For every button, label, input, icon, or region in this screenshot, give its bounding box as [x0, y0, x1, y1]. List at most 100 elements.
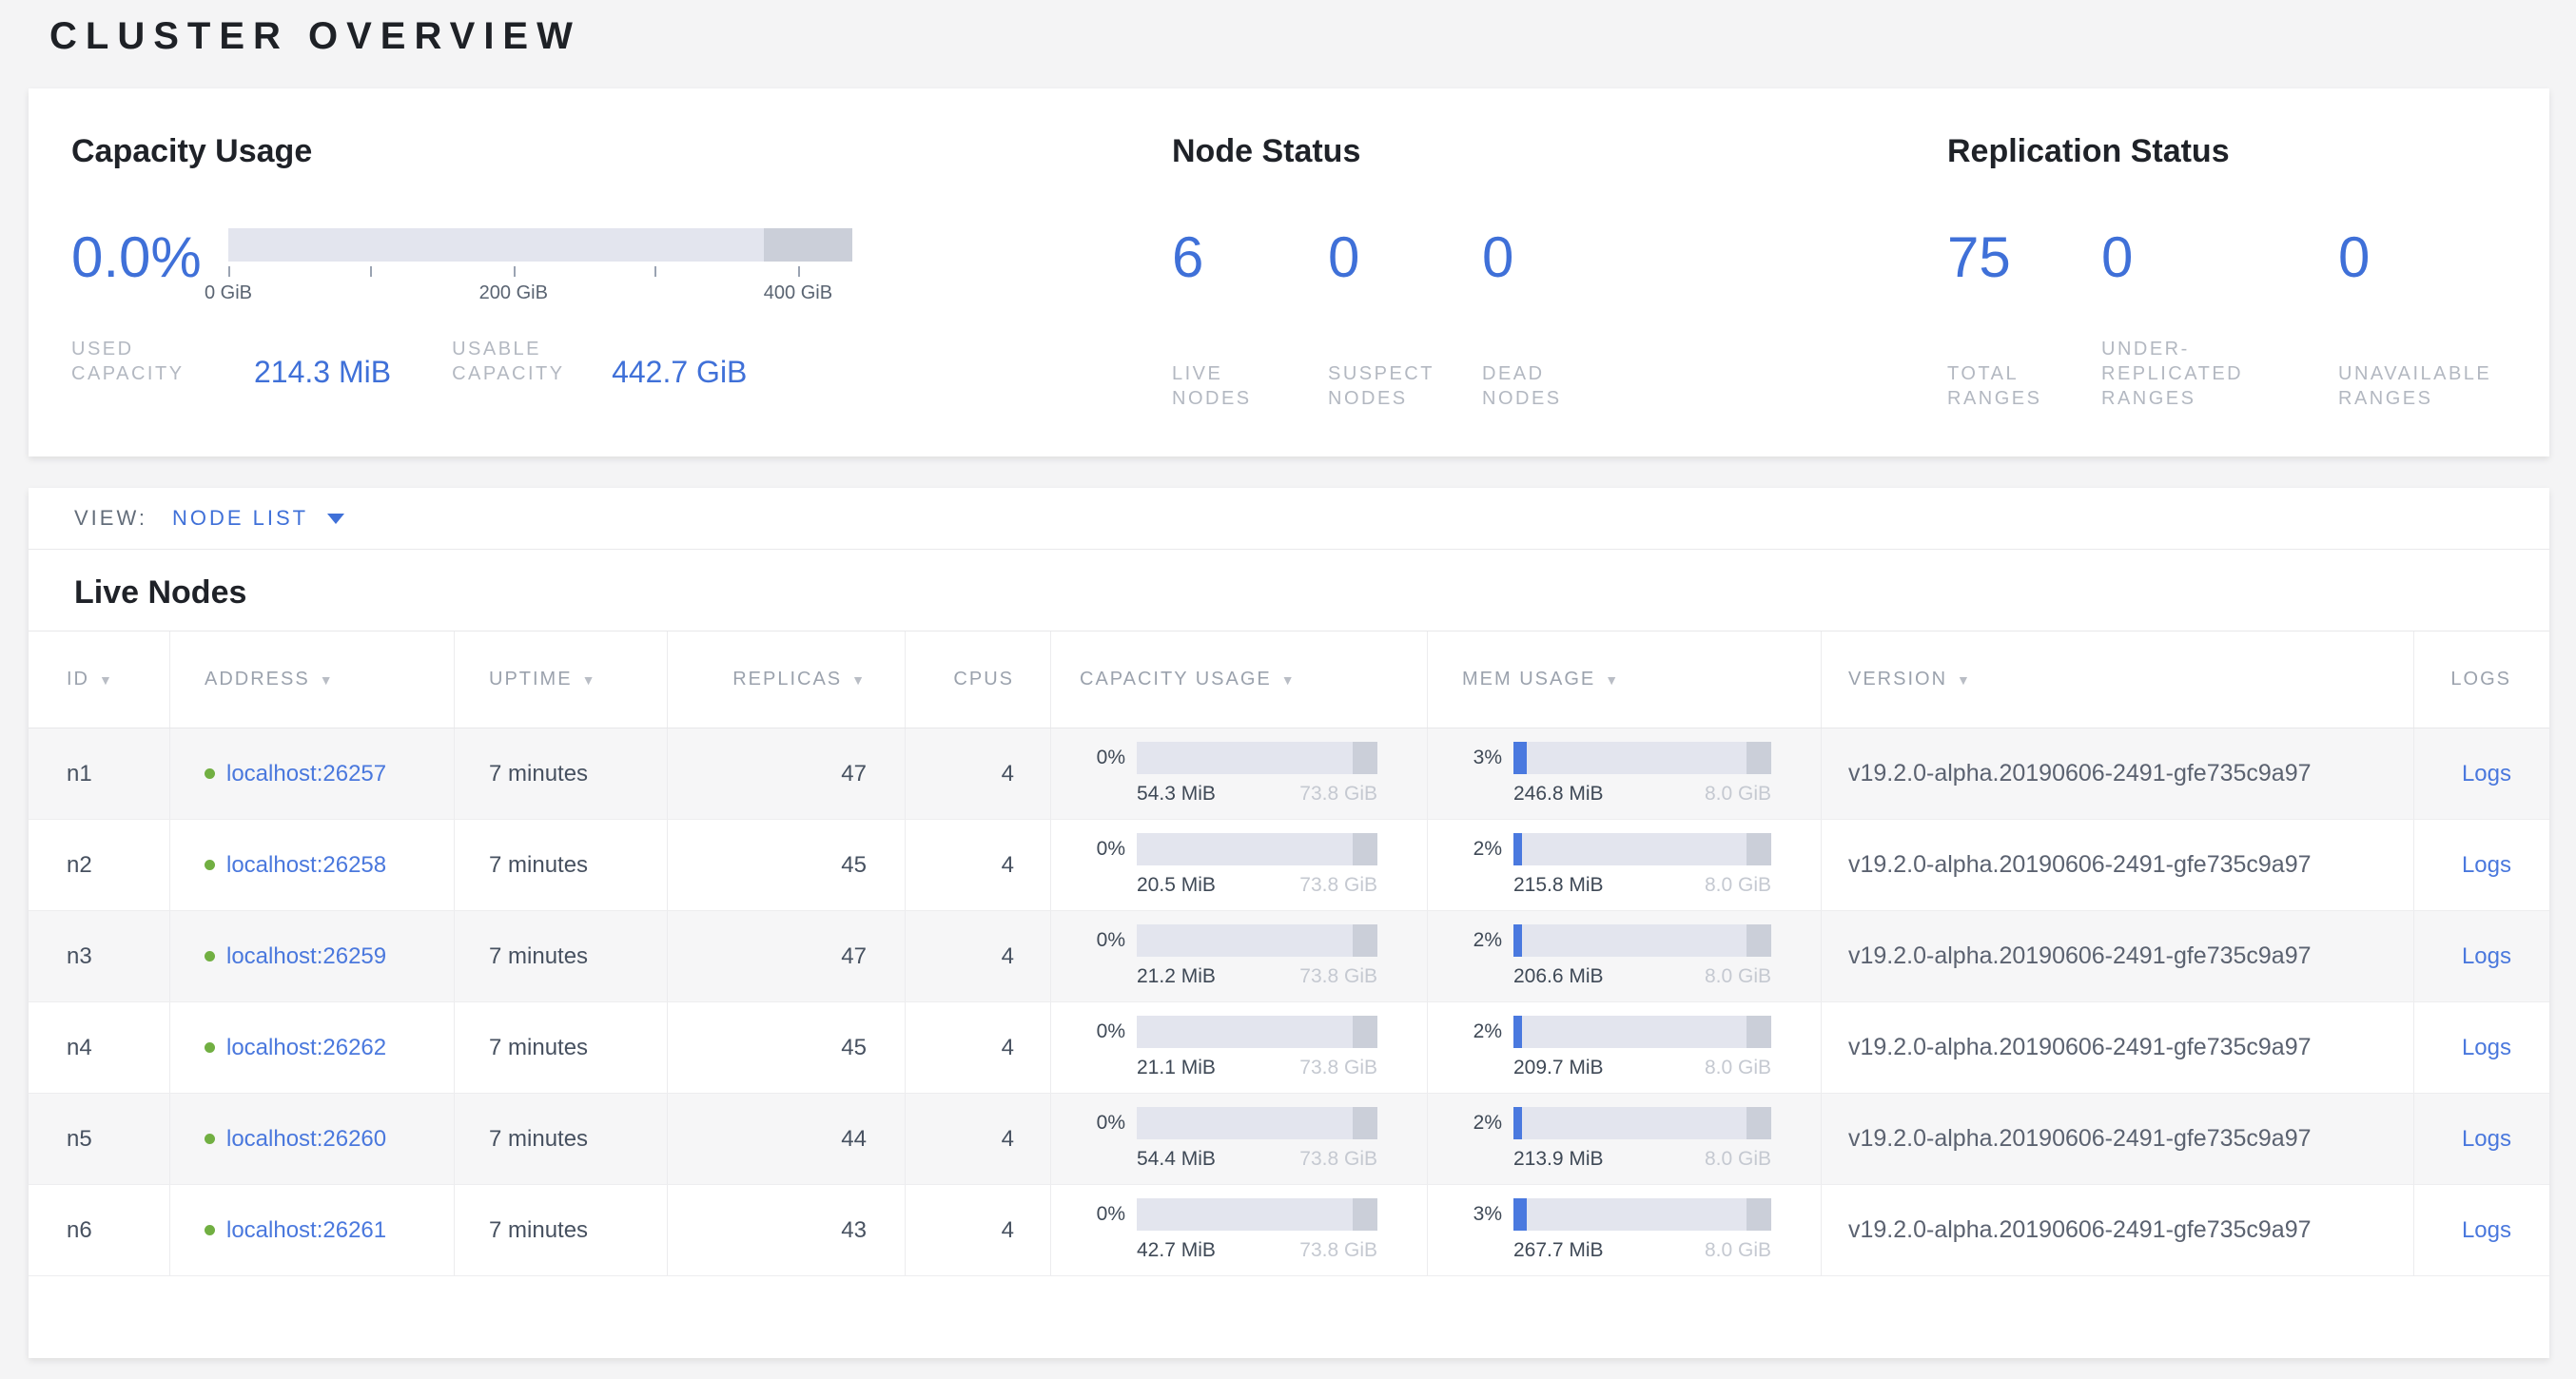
node-stat-label-col: SUSPECTNODES [1328, 337, 1482, 411]
sort-desc-icon[interactable]: ▼ [851, 672, 867, 688]
memory-bar-line: 2% [1428, 1107, 1771, 1139]
cell-uptime: 7 minutes [455, 1002, 668, 1093]
logs-link[interactable]: Logs [2462, 1126, 2511, 1153]
column-header-id[interactable]: ID▼ [29, 631, 170, 728]
node-address-link[interactable]: localhost:26260 [226, 1126, 386, 1153]
logs-link[interactable]: Logs [2462, 1217, 2511, 1244]
memory-total-value: 8.0 GiB [1705, 1057, 1771, 1079]
sort-desc-icon[interactable]: ▼ [1605, 672, 1620, 688]
node-stat-value: 0 [1482, 228, 1653, 287]
node-stat-label: DEADNODES [1482, 337, 1653, 411]
view-selector[interactable]: NODE LIST [172, 506, 344, 531]
memory-bar-reserved-segment [1747, 1107, 1771, 1139]
capacity-bar-reserved-segment [1353, 1016, 1377, 1048]
capacity-used-value: 54.3 MiB [1137, 783, 1216, 806]
cell-replicas: 47 [668, 728, 906, 819]
table-row: n3localhost:262597 minutes4740%21.2 MiB7… [29, 911, 2549, 1002]
column-header-memory[interactable]: MEM USAGE▼ [1428, 631, 1822, 728]
memory-bar-reserved-segment [1747, 1198, 1771, 1231]
cell-capacity: 0%54.4 MiB73.8 GiB [1051, 1094, 1428, 1184]
sort-desc-icon[interactable]: ▼ [320, 672, 335, 688]
column-header-address[interactable]: ADDRESS▼ [170, 631, 455, 728]
memory-total-value: 8.0 GiB [1705, 783, 1771, 806]
replication-stat-label-col: UNDER-REPLICATEDRANGES [2101, 337, 2338, 411]
replication-stat-label: TOTALRANGES [1947, 337, 2101, 411]
node-stat-label: SUSPECTNODES [1328, 337, 1482, 411]
memory-bar-fill [1513, 924, 1522, 957]
sort-desc-icon[interactable]: ▼ [99, 672, 114, 688]
cell-capacity: 0%54.3 MiB73.8 GiB [1051, 728, 1428, 819]
capacity-stats: USEDCAPACITY214.3 MiBUSABLECAPACITY442.7… [71, 337, 747, 386]
sort-desc-icon[interactable]: ▼ [582, 672, 597, 688]
cell-uptime: 7 minutes [455, 1185, 668, 1275]
gauge-tick-label: 200 GiB [479, 282, 548, 304]
capacity-percent: 0% [1051, 1203, 1137, 1226]
column-header-capacity[interactable]: CAPACITY USAGE▼ [1051, 631, 1428, 728]
memory-bar-reserved-segment [1747, 833, 1771, 865]
memory-bar-line: 3% [1428, 1198, 1771, 1231]
memory-bar-line: 3% [1428, 742, 1771, 774]
capacity-total-value: 73.8 GiB [1299, 874, 1377, 897]
live-status-icon [205, 768, 215, 779]
column-header-version[interactable]: VERSION ▼ [1822, 631, 2414, 728]
cell-cpus: 4 [906, 1094, 1051, 1184]
stat-label-line: NODES [1328, 386, 1482, 411]
view-selected-value[interactable]: NODE LIST [172, 506, 308, 531]
node-address-link[interactable]: localhost:26262 [226, 1035, 386, 1061]
cell-version: v19.2.0-alpha.20190606-2491-gfe735c9a97 [1822, 728, 2414, 819]
capacity-stat: USEDCAPACITY214.3 MiB [71, 337, 391, 386]
logs-link[interactable]: Logs [2462, 1035, 2511, 1061]
sort-desc-icon[interactable]: ▼ [1281, 672, 1297, 688]
replication-status-title: Replication Status [1947, 132, 2556, 170]
cell-address: localhost:26262 [170, 1002, 455, 1093]
capacity-gauge: 0 GiB200 GiB400 GiB [228, 228, 852, 305]
node-address-link[interactable]: localhost:26261 [226, 1217, 386, 1244]
capacity-stat-label: USEDCAPACITY [71, 337, 254, 386]
overview-card: Capacity Usage 0.0% 0 GiB200 GiB400 GiB … [29, 88, 2549, 456]
gauge-tick [654, 266, 656, 277]
cell-address: localhost:26257 [170, 728, 455, 819]
node-stat-label-col: DEADNODES [1482, 337, 1653, 411]
capacity-gauge-bar [228, 228, 852, 262]
table-row: n1localhost:262577 minutes4740%54.3 MiB7… [29, 728, 2549, 820]
cell-memory: 2%206.6 MiB8.0 GiB [1428, 911, 1822, 1001]
capacity-bar [1137, 1198, 1377, 1231]
memory-used-value: 213.9 MiB [1513, 1148, 1604, 1171]
memory-values-line: 209.7 MiB8.0 GiB [1428, 1057, 1771, 1079]
node-address-link[interactable]: localhost:26258 [226, 852, 386, 879]
logs-link[interactable]: Logs [2462, 761, 2511, 787]
memory-percent: 2% [1428, 1112, 1513, 1135]
column-header-replicas[interactable]: REPLICAS▼ [668, 631, 906, 728]
cell-logs: Logs [2414, 1094, 2549, 1184]
capacity-values-line: 54.3 MiB 73.8 GiB [1051, 783, 1377, 806]
cell-uptime: 7 minutes [455, 1094, 668, 1184]
column-header-label: UPTIME [489, 669, 573, 690]
memory-percent: 2% [1428, 838, 1513, 861]
logs-link[interactable]: Logs [2462, 852, 2511, 879]
memory-bar [1513, 742, 1771, 774]
cell-version: v19.2.0-alpha.20190606-2491-gfe735c9a97 [1822, 1002, 2414, 1093]
sort-desc-icon[interactable]: ▼ [1957, 672, 1972, 688]
memory-bar-reserved-segment [1747, 742, 1771, 774]
nodes-card: VIEW: NODE LIST Live Nodes ID▼ADDRESS▼UP… [29, 488, 2549, 1358]
memory-bar [1513, 833, 1771, 865]
cell-version: v19.2.0-alpha.20190606-2491-gfe735c9a97 [1822, 1094, 2414, 1184]
memory-bar-fill [1513, 1107, 1522, 1139]
stat-label-line: NODES [1172, 386, 1328, 411]
column-header-label: VERSION [1848, 669, 1947, 690]
capacity-values-line: 54.4 MiB73.8 GiB [1051, 1148, 1377, 1171]
node-address-link[interactable]: localhost:26257 [226, 761, 386, 787]
replication-stat-value: 0 [2338, 228, 2547, 287]
memory-percent: 2% [1428, 1020, 1513, 1043]
version-text: v19.2.0-alpha.20190606-2491-gfe735c9a97 [1848, 1125, 2312, 1153]
capacity-total-value: 73.8 GiB [1299, 783, 1377, 806]
capacity-stat-label: USABLECAPACITY [452, 337, 612, 386]
node-address-link[interactable]: localhost:26259 [226, 943, 386, 970]
column-header-uptime[interactable]: UPTIME ▼ [455, 631, 668, 728]
logs-link[interactable]: Logs [2462, 943, 2511, 970]
table-row: n2localhost:262587 minutes4540%20.5 MiB7… [29, 820, 2549, 911]
node-stat-value: 6 [1172, 228, 1328, 287]
memory-bar [1513, 924, 1771, 957]
chevron-down-icon[interactable] [327, 514, 344, 524]
cell-version: v19.2.0-alpha.20190606-2491-gfe735c9a97 [1822, 820, 2414, 910]
